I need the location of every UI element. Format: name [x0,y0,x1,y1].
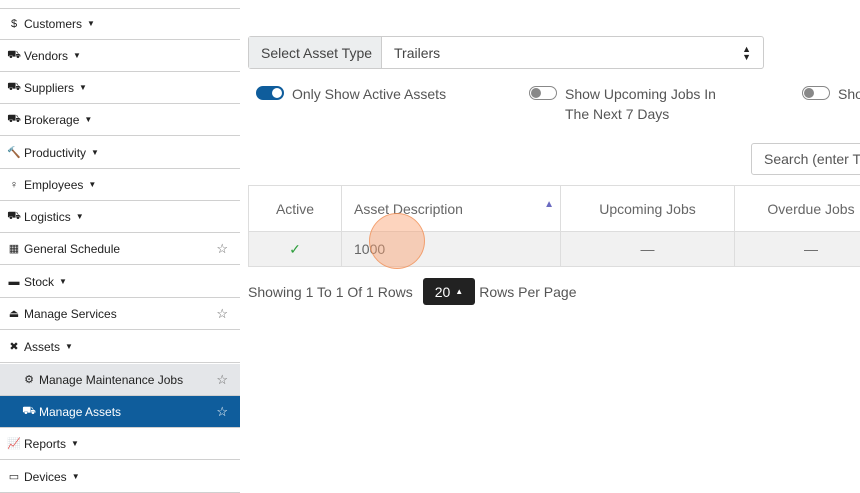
click-indicator [369,213,425,269]
sidebar-item-manage-services[interactable]: ⏏ Manage Services ☆ [0,298,240,330]
toggle-active-assets[interactable]: Only Show Active Assets [256,84,446,104]
dollar-icon: $ [10,17,18,30]
sidebar-item-label: Customers [24,16,83,31]
rows-per-page-button[interactable]: 20 ▲ [422,278,476,305]
caret-down-icon: ▼ [65,342,73,351]
rows-per-page-value: 20 [434,283,451,300]
sidebar-item-label: Manage Assets [39,404,122,419]
header-upcoming-jobs[interactable]: Upcoming Jobs [561,186,735,231]
header-overdue-jobs[interactable]: Overdue Jobs [735,186,860,231]
sidebar-item-vendors[interactable]: ⛟ Vendors ▼ [0,40,240,72]
truck-icon: ⛟ [7,112,21,125]
star-icon[interactable]: ☆ [216,404,228,420]
header-active[interactable]: Active [248,186,342,231]
showing-rows-text: Showing 1 To 1 Of 1 Rows [248,283,413,300]
sidebar-item-manage-assets[interactable]: ⛟ Manage Assets ☆ [0,396,240,428]
cell-active: ✓ [248,232,342,266]
caret-up-icon: ▲ [455,287,464,296]
star-icon[interactable]: ☆ [216,241,228,257]
chart-line-icon: 📈 [7,438,21,450]
asset-type-value: Trailers [394,44,441,61]
toggle-label: Only Show Active Assets [292,86,447,102]
check-icon: ✓ [289,240,301,257]
sidebar-item-reports[interactable]: 📈 Reports ▼ [0,428,240,460]
sidebar-item-label: General Schedule [24,241,121,256]
pallet-icon: ▬ [8,275,20,288]
sidebar-item-employees[interactable]: ♀ Employees ▼ [0,169,240,201]
sidebar-item-label: Stock [24,274,55,289]
header-label: Asset Description [354,200,463,217]
sidebar-item-logistics[interactable]: ⛟ Logistics ▼ [0,201,240,233]
star-icon[interactable]: ☆ [216,306,228,322]
sidebar-item-label: Productivity [24,145,87,160]
toggle-switch[interactable] [529,86,557,100]
calendar-icon: ▦ [8,243,20,255]
truck-icon: ⛟ [22,404,36,417]
caret-down-icon: ▼ [84,115,93,124]
sidebar-item-label: Manage Services [24,306,117,321]
star-icon[interactable]: ☆ [216,372,228,388]
caret-down-icon: ▼ [73,51,81,60]
caret-down-icon: ▼ [88,180,97,189]
sidebar-item-brokerage[interactable]: ⛟ Brokerage ▼ [0,104,240,136]
select-arrows-icon: ▲ ▼ [742,44,751,62]
toggle-upcoming-jobs[interactable]: Show Upcoming Jobs In The Next 7 Days [529,84,739,124]
sidebar-item-label: Employees [24,177,84,192]
toggle-label: Show Upcoming Jobs In The Next 7 Days [565,86,716,122]
caret-down-icon: ▼ [71,439,79,448]
sidebar-item-productivity[interactable]: 🔨 Productivity ▼ [0,137,240,169]
sidebar-item-label: Devices [24,469,67,484]
sidebar-item-label: Suppliers [24,80,75,95]
caret-down-icon: ▼ [79,83,87,92]
cell-overdue-jobs: — [735,232,860,266]
asset-type-label: Select Asset Type [249,37,382,68]
services-icon: ⏏ [8,308,20,320]
tools-icon: ✖ [9,341,19,353]
toggle-other[interactable]: Sho [802,84,860,104]
toggle-switch[interactable] [256,86,284,100]
person-icon: ♀ [9,178,19,191]
sidebar-item-manage-maintenance-jobs[interactable]: ⚙ Manage Maintenance Jobs ☆ [0,364,240,396]
search-input[interactable]: Search (enter To [751,143,860,175]
sidebar-item-label: Manage Maintenance Jobs [39,372,184,387]
toggle-switch[interactable] [802,86,830,100]
truck-icon: ⛟ [7,48,21,61]
caret-down-icon: ▼ [59,277,67,286]
assets-table: Active Asset Description ▲ Upcoming Jobs… [248,185,860,267]
sidebar-item-label: Brokerage [24,112,80,127]
sidebar-item-stock[interactable]: ▬ Stock ▼ [0,266,240,298]
asset-type-select[interactable]: Trailers ▲ ▼ [382,37,763,68]
cogs-icon: ⚙ [24,374,34,386]
rows-per-page-label: Rows Per Page [479,283,577,300]
sidebar-item-label: Assets [24,339,61,354]
sidebar-item-devices[interactable]: ▭ Devices ▼ [0,461,240,493]
truck-icon: ⛟ [7,209,21,222]
monitor-icon: ▭ [8,471,20,483]
table-header: Active Asset Description ▲ Upcoming Jobs… [248,185,860,232]
search-placeholder: Search (enter To [764,151,860,167]
sidebar-item-label: Logistics [24,209,71,224]
sidebar-item-customers[interactable]: $ Customers ▼ [0,8,240,40]
shipping-fast-icon: ⛟ [7,80,21,93]
caret-down-icon: ▼ [87,19,95,28]
sidebar-item-suppliers[interactable]: ⛟ Suppliers ▼ [0,72,240,104]
sidebar-item-label: Reports [24,436,67,451]
caret-down-icon: ▼ [71,472,80,481]
table-row[interactable]: ✓ 1000 — — [248,232,860,267]
pagination-footer: Showing 1 To 1 Of 1 Rows 20 ▲ Rows Per P… [248,278,577,305]
cell-upcoming-jobs: — [561,232,735,266]
caret-down-icon: ▼ [91,148,99,157]
sidebar-item-general-schedule[interactable]: ▦ General Schedule ☆ [0,233,240,265]
caret-down-icon: ▼ [75,212,84,221]
asset-type-select-group: Select Asset Type Trailers ▲ ▼ [248,36,764,69]
sidebar-item-assets[interactable]: ✖ Assets ▼ [0,331,240,363]
hammer-icon: 🔨 [7,147,21,159]
sidebar-item-label: Vendors [24,48,69,63]
toggle-label: Sho [838,86,860,102]
sort-asc-icon: ▲ [544,199,554,210]
sidebar: $ Customers ▼ ⛟ Vendors ▼ ⛟ Suppliers ▼ … [0,0,240,493]
